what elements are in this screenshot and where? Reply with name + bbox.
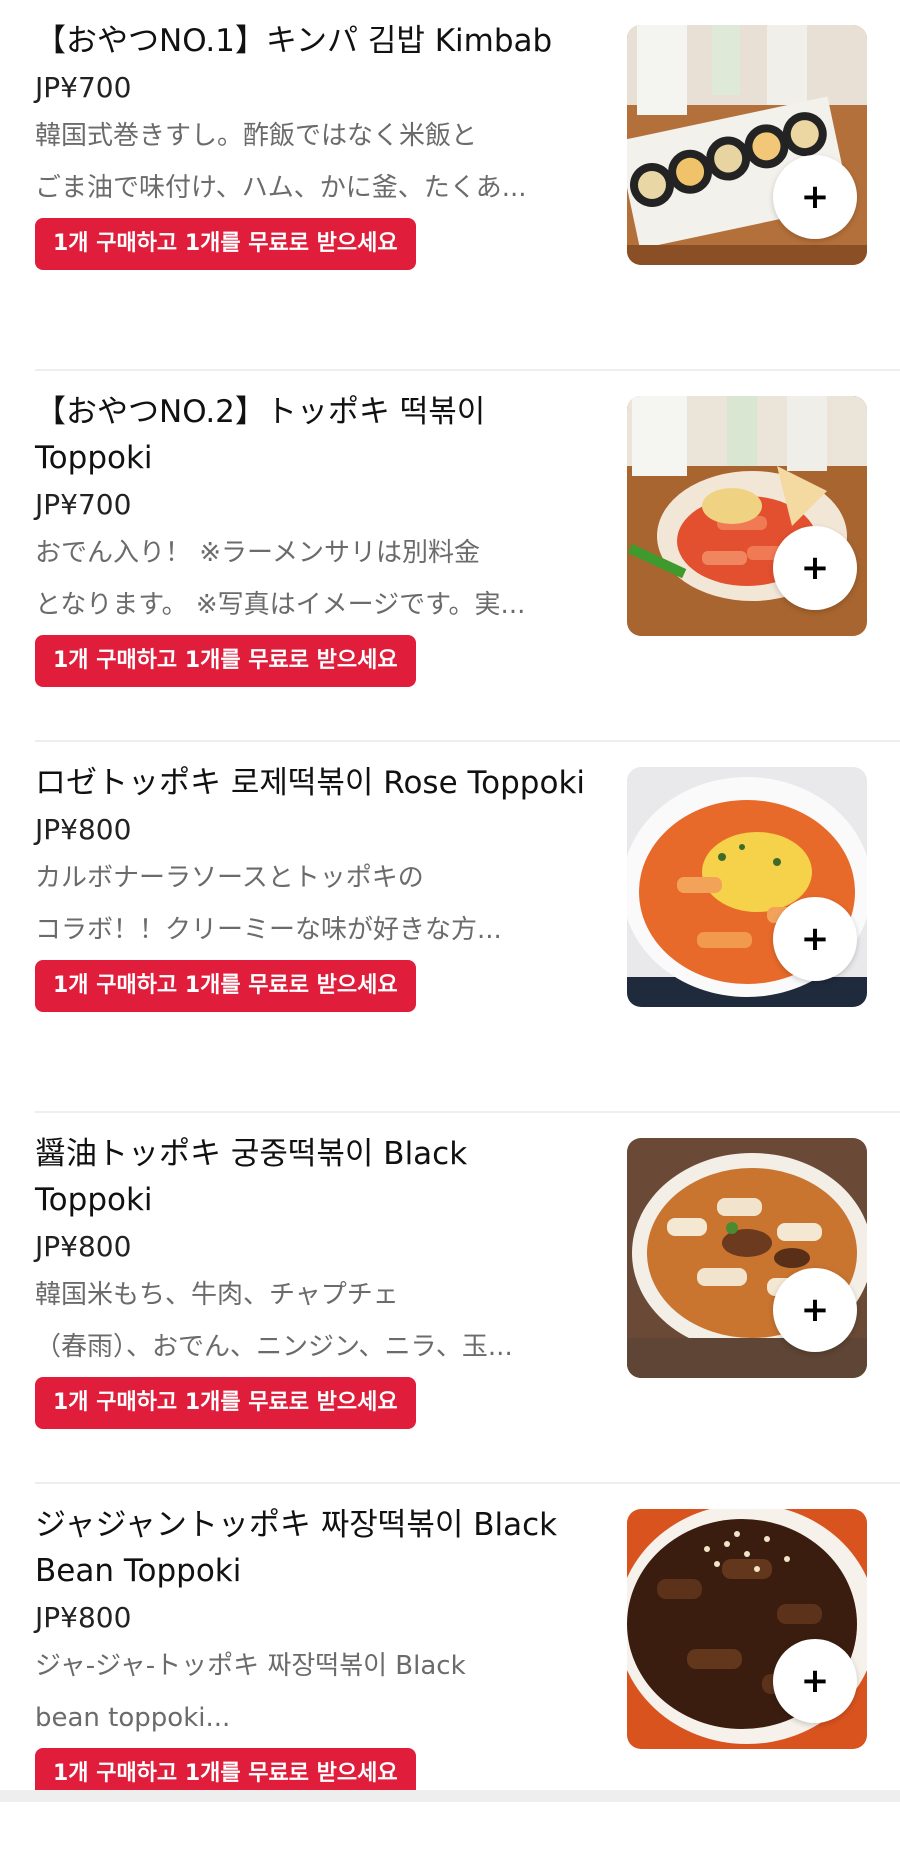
menu-item-text: 醤油トッポキ 궁중떡볶이 Black Toppoki JP¥800 韓国米もち、… [35, 1131, 590, 1429]
plus-icon: + [800, 919, 830, 959]
item-description-line: となります。 ※写真はイメージです。実... [35, 590, 526, 620]
plus-icon: + [800, 1290, 830, 1330]
menu-item-list: 【おやつNO.1】キンパ 김밥 Kimbab JP¥700 韓国式巻きすし。酢飯… [0, 0, 900, 1855]
plus-icon: + [800, 548, 830, 588]
menu-item-text: 【おやつNO.2】トッポキ 떡볶이 Toppoki JP¥700 おでん入り！ … [35, 389, 590, 687]
item-description: 韓国式巻きすし。酢飯ではなく米飯と ごま油で味付け、ハム、かに釜、たくあ... [35, 110, 590, 214]
menu-item-kimbab[interactable]: 【おやつNO.1】キンパ 김밥 Kimbab JP¥700 韓国式巻きすし。酢飯… [35, 0, 900, 371]
add-to-cart-button[interactable]: + [773, 897, 857, 981]
menu-item-rose-toppoki[interactable]: ロゼトッポキ 로제떡볶이 Rose Toppoki JP¥800 カルボナーラソ… [35, 742, 900, 1113]
add-to-cart-button[interactable]: + [773, 1639, 857, 1723]
item-price: JP¥800 [35, 813, 132, 846]
menu-item-toppoki[interactable]: 【おやつNO.2】トッポキ 떡볶이 Toppoki JP¥700 おでん入り！ … [35, 371, 900, 742]
item-description-line: ジャ-ジャ-トッポキ 짜장떡볶이 Black [35, 1651, 466, 1681]
item-description: おでん入り！ ※ラーメンサリは別料金 となります。 ※写真はイメージです。実..… [35, 527, 590, 631]
item-title: 【おやつNO.2】トッポキ 떡볶이 Toppoki [35, 394, 486, 476]
menu-item-text: ロゼトッポキ 로제떡볶이 Rose Toppoki JP¥800 カルボナーラソ… [35, 760, 590, 1012]
add-to-cart-button[interactable]: + [773, 1268, 857, 1352]
item-description: ジャ-ジャ-トッポキ 짜장떡볶이 Black bean toppoki... [35, 1640, 590, 1744]
item-title: ロゼトッポキ 로제떡볶이 Rose Toppoki [35, 765, 586, 801]
item-price: JP¥800 [35, 1230, 132, 1263]
bottom-divider [0, 1790, 900, 1802]
item-title: ジャジャントッポキ 짜장떡볶이 Black Bean Toppoki [35, 1507, 558, 1589]
item-description: 韓国米もち、牛肉、チャプチェ （春雨）、おでん、ニンジン、ニラ、玉... [35, 1269, 590, 1373]
menu-item-text: ジャジャントッポキ 짜장떡볶이 Black Bean Toppoki JP¥80… [35, 1502, 590, 1800]
item-price: JP¥700 [35, 488, 132, 521]
item-description-line: おでん入り！ ※ラーメンサリは別料金 [35, 538, 481, 568]
add-to-cart-button[interactable]: + [773, 526, 857, 610]
add-to-cart-button[interactable]: + [773, 155, 857, 239]
promo-badge: 1개 구매하고 1개를 무료로 받으세요 [35, 218, 416, 270]
menu-item-text: 【おやつNO.1】キンパ 김밥 Kimbab JP¥700 韓国式巻きすし。酢飯… [35, 18, 590, 270]
item-price: JP¥800 [35, 1601, 132, 1634]
item-description-line: カルボナーラソースとトッポキの [35, 863, 424, 893]
item-description: カルボナーラソースとトッポキの コラボ！！クリーミーな味が好きな方... [35, 852, 590, 956]
plus-icon: + [800, 1661, 830, 1701]
item-description-line: bean toppoki... [35, 1703, 231, 1733]
promo-badge: 1개 구매하고 1개를 무료로 받으세요 [35, 1377, 416, 1429]
promo-badge: 1개 구매하고 1개를 무료로 받으세요 [35, 635, 416, 687]
item-description-line: コラボ！！クリーミーな味が好きな方... [35, 915, 502, 945]
plus-icon: + [800, 177, 830, 217]
item-title: 醤油トッポキ 궁중떡볶이 Black Toppoki [35, 1136, 468, 1218]
menu-item-black-toppoki[interactable]: 醤油トッポキ 궁중떡볶이 Black Toppoki JP¥800 韓国米もち、… [35, 1113, 900, 1484]
item-price: JP¥700 [35, 71, 132, 104]
item-description-line: ごま油で味付け、ハム、かに釜、たくあ... [35, 173, 527, 203]
item-title: 【おやつNO.1】キンパ 김밥 Kimbab [35, 23, 553, 59]
item-description-line: （春雨）、おでん、ニンジン、ニラ、玉... [35, 1332, 513, 1362]
item-description-line: 韓国式巻きすし。酢飯ではなく米飯と [35, 121, 478, 151]
item-description-line: 韓国米もち、牛肉、チャプチェ [35, 1280, 399, 1310]
promo-badge: 1개 구매하고 1개를 무료로 받으세요 [35, 960, 416, 1012]
